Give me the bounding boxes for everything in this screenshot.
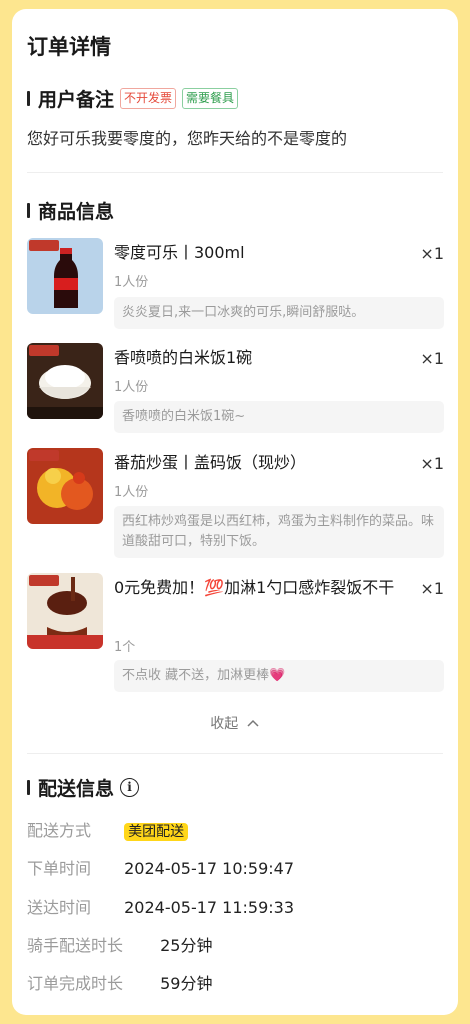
delivery-method-row: 配送方式 美团配送 <box>27 817 189 841</box>
divider <box>27 753 443 754</box>
order-complete-row: 订单完成时长 59分钟 <box>27 970 212 994</box>
arrival-time-row: 送达时间 2024-05-17 11:59:33 <box>27 894 294 918</box>
goods-section-header: 商品信息 <box>27 197 114 224</box>
collapse-button[interactable]: 收起 <box>12 713 458 733</box>
item-qty: ×1 <box>420 349 444 368</box>
user-note: 您好可乐我要零度的，您昨天给的不是零度的 <box>27 129 348 148</box>
item-unit: 1人份 <box>114 485 149 500</box>
white-rice-image[interactable] <box>27 343 103 419</box>
delivery-section-header: 配送信息 i <box>27 774 140 801</box>
item-desc: 香喷喷的白米饭1碗~ <box>114 401 444 433</box>
item-qty: ×1 <box>420 244 444 263</box>
order-time-row: 下单时间 2024-05-17 10:59:47 <box>27 855 294 879</box>
sauce-spoon-image[interactable] <box>27 573 103 649</box>
section-marker <box>27 91 30 106</box>
row-value: 25分钟 <box>160 936 213 955</box>
item-name: 零度可乐丨300ml <box>114 243 245 262</box>
need-utensils-tag: 需要餐具 <box>182 88 239 109</box>
chevron-up-icon <box>246 716 260 732</box>
remark-section-header: 用户备注 不开发票 需要餐具 <box>27 85 239 112</box>
item-desc: 不点收 藏不送，加淋更棒💗 <box>114 660 444 692</box>
row-label: 骑手配送时长 <box>27 936 124 955</box>
item-desc: 西红柿炒鸡蛋是以西红柿，鸡蛋为主料制作的菜品。味道酸甜可口，特别下饭。 <box>114 506 444 558</box>
row-value: 2024-05-17 10:59:47 <box>124 859 295 878</box>
item-name: 0元免费加！💯加淋1勺口感炸裂饭不干 <box>114 578 395 597</box>
divider <box>27 172 443 173</box>
item-name: 番茄炒蛋丨盖码饭（现炒） <box>114 453 307 472</box>
item-unit: 1个 <box>114 640 136 655</box>
item-desc: 炎炎夏日,来一口冰爽的可乐,瞬间舒服哒。 <box>114 297 444 329</box>
row-label: 订单完成时长 <box>27 974 124 993</box>
page-title: 订单详情 <box>27 35 111 59</box>
item-qty: ×1 <box>420 579 444 598</box>
row-label: 送达时间 <box>27 898 92 917</box>
rider-duration-row: 骑手配送时长 25分钟 <box>27 932 212 956</box>
remark-section-title: 用户备注 <box>38 89 115 111</box>
no-invoice-tag: 不开发票 <box>120 88 177 109</box>
order-detail-card: 订单详情 用户备注 不开发票 需要餐具 您好可乐我要零度的，您昨天给的不是零度的… <box>12 9 458 1015</box>
goods-section-title: 商品信息 <box>38 201 115 223</box>
section-marker <box>27 780 30 795</box>
row-value: 2024-05-17 11:59:33 <box>124 898 295 917</box>
delivery-section-title: 配送信息 <box>38 778 115 800</box>
row-value: 59分钟 <box>160 974 213 993</box>
info-icon[interactable]: i <box>120 778 140 797</box>
row-label: 下单时间 <box>27 859 92 878</box>
collapse-label: 收起 <box>210 716 239 732</box>
item-qty: ×1 <box>420 454 444 473</box>
item-unit: 1人份 <box>114 380 149 395</box>
section-marker <box>27 203 30 218</box>
tomato-egg-image[interactable] <box>27 448 103 524</box>
item-unit: 1人份 <box>114 275 149 290</box>
row-label: 配送方式 <box>27 821 92 840</box>
item-name: 香喷喷的白米饭1碗 <box>114 348 253 367</box>
delivery-method-badge: 美团配送 <box>124 823 189 841</box>
cola-bottle-image[interactable] <box>27 238 103 314</box>
